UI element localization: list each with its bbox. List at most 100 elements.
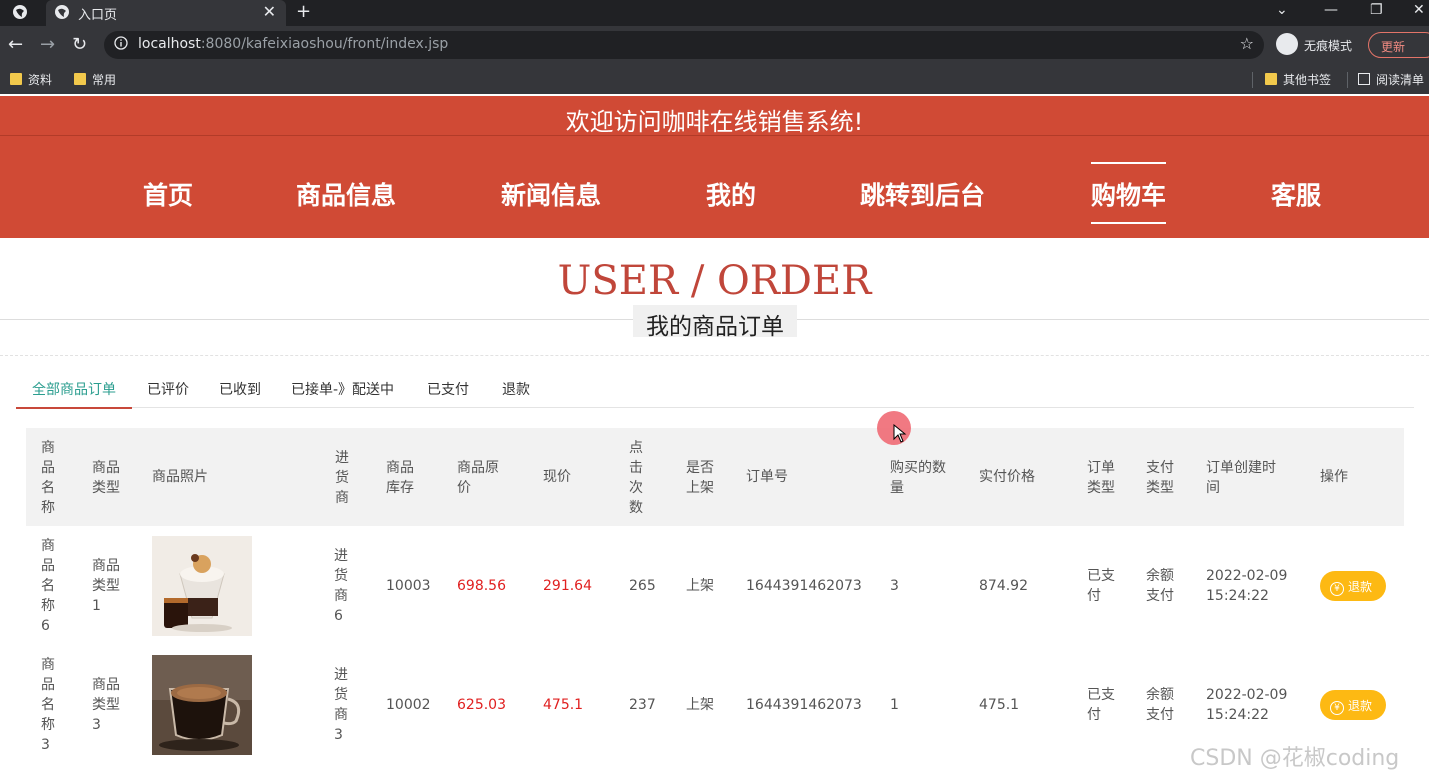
coffee-cup-image	[152, 655, 252, 755]
close-window-icon[interactable]: ✕	[1413, 2, 1425, 18]
section-subtitle: 我的商品订单	[633, 305, 797, 340]
reading-list[interactable]: 阅读清单	[1358, 71, 1424, 88]
url-field[interactable]: localhost:8080/kafeixiaoshou/front/index…	[104, 31, 1264, 59]
bookmark-divider	[1347, 72, 1348, 88]
cell-order-type: 已支付	[1087, 687, 1115, 723]
cell-created-date: 2022-02-09	[1206, 568, 1288, 584]
refund-button[interactable]: ¥ 退款	[1320, 690, 1386, 720]
cell-pay-type: 余额支付	[1146, 687, 1174, 723]
reload-icon[interactable]: ↻	[72, 34, 87, 55]
cell-supplier: 进货商6	[334, 548, 348, 624]
nav-news[interactable]: 新闻信息	[501, 176, 601, 212]
cell-pay-type: 余额支付	[1146, 568, 1174, 604]
col-orig-price: 商品原价	[457, 460, 499, 496]
back-icon[interactable]: ←	[8, 34, 23, 55]
incognito-icon	[1276, 33, 1298, 55]
cell-order-no: 1644391462073	[746, 578, 862, 594]
product-photo[interactable]	[152, 655, 252, 755]
col-supplier: 进货商	[335, 450, 349, 506]
new-tab-icon[interactable]: +	[296, 1, 311, 22]
bookmark-divider	[1252, 72, 1253, 88]
cell-price: 291.64	[543, 578, 592, 594]
cell-type: 商品类型1	[92, 558, 120, 614]
cell-order-type: 已支付	[1087, 568, 1115, 604]
welcome-text: 欢迎访问咖啡在线销售系统!	[565, 108, 864, 136]
cell-qty: 1	[890, 697, 899, 713]
folder-icon	[10, 73, 22, 85]
cell-stock: 10002	[386, 697, 431, 713]
browser-tab[interactable]: 入口页 ✕	[46, 0, 286, 26]
cell-paid: 874.92	[979, 578, 1028, 594]
minimize-icon[interactable]: —	[1324, 2, 1338, 18]
cell-clicks: 265	[629, 578, 656, 594]
restore-icon[interactable]: ❐	[1370, 2, 1383, 18]
globe-icon	[55, 5, 69, 19]
product-photo[interactable]	[152, 536, 252, 636]
dessert-coffee-image	[152, 536, 252, 636]
nav-products[interactable]: 商品信息	[296, 176, 396, 212]
tab-reviewed[interactable]: 已评价	[147, 379, 189, 399]
col-photo: 商品照片	[152, 469, 208, 485]
tab-all-orders[interactable]: 全部商品订单	[16, 379, 132, 409]
folder-icon	[1265, 73, 1277, 85]
forward-icon[interactable]: →	[40, 34, 55, 55]
refund-button[interactable]: ¥ 退款	[1320, 571, 1386, 601]
cell-stock: 10003	[386, 578, 431, 594]
update-label: 更新	[1381, 40, 1406, 54]
col-pay-type: 支付类型	[1146, 460, 1174, 496]
nav-mine[interactable]: 我的	[706, 176, 756, 212]
cell-clicks: 237	[629, 697, 656, 713]
cell-created-date: 2022-02-09	[1206, 687, 1288, 703]
nav-cart[interactable]: 购物车	[1091, 162, 1167, 224]
mouse-pointer-icon	[893, 424, 907, 443]
cell-created-time: 15:24:22	[1206, 707, 1269, 723]
bookmark-folder[interactable]: 其他书签	[1265, 71, 1331, 88]
col-action: 操作	[1320, 469, 1348, 485]
cell-order-no: 1644391462073	[746, 697, 862, 713]
tab-refund[interactable]: 退款	[502, 379, 530, 399]
cell-paid: 475.1	[979, 697, 1020, 713]
cell-created-time: 15:24:22	[1206, 588, 1269, 604]
watermark: CSDN @花椒coding	[1190, 746, 1400, 771]
col-qty: 购买的数量	[890, 460, 946, 496]
cell-orig-price: 698.56	[457, 578, 506, 594]
col-type: 商品类型	[92, 460, 120, 496]
folder-icon	[74, 73, 86, 85]
browser-menu-icon[interactable]	[12, 4, 28, 20]
col-stock: 商品库存	[386, 460, 414, 496]
cell-qty: 3	[890, 578, 899, 594]
info-icon[interactable]	[114, 36, 128, 50]
nav-service[interactable]: 客服	[1271, 176, 1321, 212]
col-created: 订单创建时间	[1206, 460, 1276, 496]
browser-tab-bar: 入口页 ✕ + ⌄ — ❐ ✕	[0, 0, 1429, 26]
col-name: 商品名称	[41, 440, 55, 516]
nav-admin[interactable]: 跳转到后台	[860, 176, 985, 212]
close-tab-icon[interactable]: ✕	[263, 2, 276, 21]
col-order-type: 订单类型	[1087, 460, 1115, 496]
cell-name: 商品名称3	[41, 657, 55, 753]
tab-delivering[interactable]: 已接单-》配送中	[291, 379, 394, 399]
section-title: USER / ORDER	[557, 258, 872, 304]
reading-list-icon	[1358, 73, 1370, 85]
nav-home[interactable]: 首页	[143, 176, 193, 212]
bookmarks-bar: 资料 常用 其他书签 阅读清单	[0, 64, 1429, 94]
col-order-no: 订单号	[746, 469, 788, 485]
cell-orig-price: 625.03	[457, 697, 506, 713]
col-clicks: 点击次数	[629, 440, 643, 516]
tab-search-icon[interactable]: ⌄	[1276, 2, 1288, 18]
tab-received[interactable]: 已收到	[219, 379, 261, 399]
cell-price: 475.1	[543, 697, 584, 713]
col-listed: 是否上架	[686, 460, 714, 496]
bookmark-folder[interactable]: 资料	[10, 71, 52, 88]
bookmark-folder[interactable]: 常用	[74, 71, 116, 88]
yen-icon: ¥	[1330, 701, 1344, 715]
tab-paid[interactable]: 已支付	[427, 379, 469, 399]
main-nav: 首页 商品信息 新闻信息 我的 跳转到后台 购物车 客服	[0, 136, 1429, 238]
table-header: 商品名称 商品类型 商品照片 进货商 商品库存 商品原价 现价 点击次数 是否上…	[26, 428, 1404, 526]
yen-icon: ¥	[1330, 582, 1344, 596]
update-button[interactable]: 更新	[1368, 32, 1429, 58]
cell-supplier: 进货商3	[334, 667, 348, 743]
cell-name: 商品名称6	[41, 538, 55, 634]
bookmark-star-icon[interactable]: ☆	[1240, 34, 1254, 53]
incognito-label: 无痕模式	[1304, 39, 1353, 53]
